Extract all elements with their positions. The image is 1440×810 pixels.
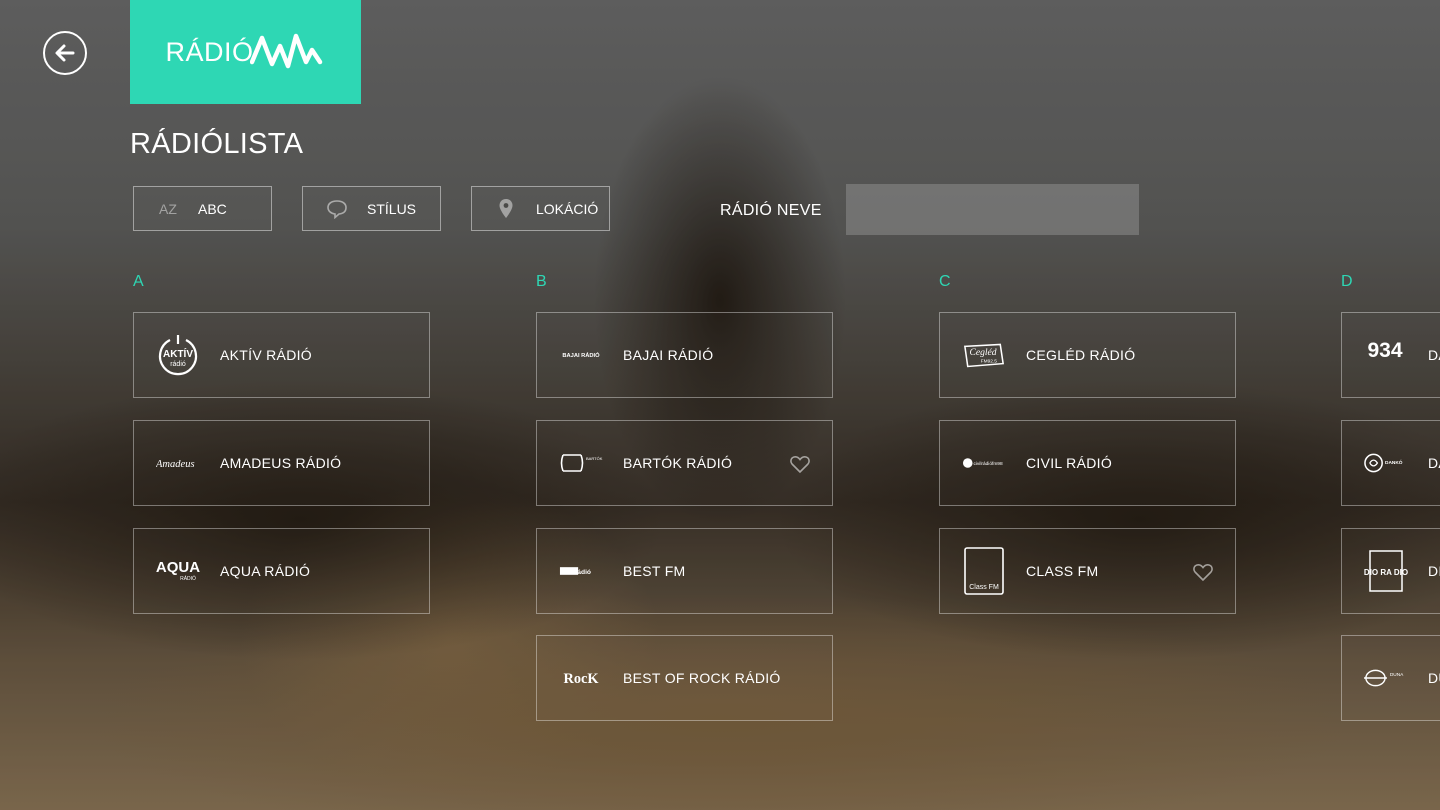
station-card-bartok[interactable]: BARTÓK BARTÓK RÁDIÓ <box>536 420 833 506</box>
section-letter-b: B <box>536 273 547 290</box>
back-button[interactable] <box>43 31 87 75</box>
amadeus-radio-logo: Amadeus <box>156 441 200 485</box>
filter-label: STÍLUS <box>367 200 417 217</box>
section-letter-c: C <box>939 273 951 290</box>
aqua-radio-logo: AQUA RÁDIÓ <box>156 549 200 593</box>
arrow-left-icon <box>55 44 75 62</box>
station-name: DU <box>1428 670 1440 686</box>
svg-text:DIO RA DIO: DIO RA DIO <box>1364 568 1408 577</box>
dioradio-logo: DIO RA DIO <box>1364 549 1408 593</box>
station-card-cegled[interactable]: Cegléd FM92.5 CEGLÉD RÁDIÓ <box>939 312 1236 398</box>
svg-text:bestrádió: bestrádió <box>561 569 591 576</box>
station-card-d-1[interactable]: 934 DA <box>1341 312 1440 398</box>
station-934-logo: 934 <box>1364 333 1408 377</box>
section-letter-d: D <box>1341 273 1353 290</box>
svg-text:DUNA: DUNA <box>1390 672 1404 678</box>
svg-text:civilrádiófm98: civilrádiófm98 <box>973 461 1002 467</box>
svg-text:934: 934 <box>1367 339 1402 362</box>
station-card-class-fm[interactable]: Class FM CLASS FM <box>939 528 1236 614</box>
location-pin-icon <box>494 198 518 220</box>
station-card-aqua[interactable]: AQUA RÁDIÓ AQUA RÁDIÓ <box>133 528 430 614</box>
bartok-radio-logo: BARTÓK <box>559 441 603 485</box>
favorite-heart-icon[interactable] <box>1191 560 1215 584</box>
station-card-bajai[interactable]: BAJAI RÁDIÓ BAJAI RÁDIÓ <box>536 312 833 398</box>
station-card-aktiv[interactable]: AKTÍV rádió AKTÍV RÁDIÓ <box>133 312 430 398</box>
station-name: CLASS FM <box>1026 563 1099 579</box>
station-name: BAJAI RÁDIÓ <box>623 347 714 363</box>
svg-text:Amadeus: Amadeus <box>156 459 195 470</box>
best-fm-logo: bestrádió <box>559 549 603 593</box>
station-name: BEST FM <box>623 563 686 579</box>
station-card-civil[interactable]: civilrádiófm98 CIVIL RÁDIÓ <box>939 420 1236 506</box>
station-name: DI <box>1428 563 1440 579</box>
svg-text:BAJAI RÁDIÓ: BAJAI RÁDIÓ <box>562 351 600 359</box>
app-logo: RÁDIÓ <box>130 0 361 104</box>
speech-bubble-icon <box>325 199 349 219</box>
az-icon: AZ <box>159 200 177 217</box>
station-name: AKTÍV RÁDIÓ <box>220 347 312 363</box>
civil-radio-logo: civilrádiófm98 <box>962 441 1006 485</box>
station-name: BEST OF ROCK RÁDIÓ <box>623 670 781 686</box>
favorite-heart-icon[interactable] <box>788 452 812 476</box>
svg-text:RocK: RocK <box>563 671 599 687</box>
section-letter-a: A <box>133 273 144 290</box>
filter-label: ABC <box>198 200 227 217</box>
aktiv-radio-logo: AKTÍV rádió <box>156 333 200 377</box>
page-title: RÁDIÓLISTA <box>130 128 304 160</box>
duna-radio-logo: DUNA <box>1364 656 1408 700</box>
station-card-d-2[interactable]: DANKÓ DA <box>1341 420 1440 506</box>
logo-text: RÁDIÓ <box>165 36 254 67</box>
svg-text:RÁDIÓ: RÁDIÓ <box>180 575 196 582</box>
svg-text:Cegléd: Cegléd <box>970 347 997 358</box>
svg-text:DANKÓ: DANKÓ <box>1385 458 1403 466</box>
station-card-best-fm[interactable]: bestrádió BEST FM <box>536 528 833 614</box>
bajai-radio-logo: BAJAI RÁDIÓ <box>559 333 603 377</box>
station-name: CIVIL RÁDIÓ <box>1026 455 1113 471</box>
station-card-best-of-rock[interactable]: RocK BEST OF ROCK RÁDIÓ <box>536 635 833 721</box>
station-card-d-4[interactable]: DUNA DU <box>1341 635 1440 721</box>
search-label: RÁDIÓ NEVE <box>720 202 822 219</box>
svg-text:FM92.5: FM92.5 <box>981 359 998 365</box>
svg-text:AQUA: AQUA <box>156 559 200 576</box>
station-name-search-input[interactable] <box>846 184 1139 235</box>
svg-text:rádió: rádió <box>170 361 186 368</box>
station-name: AQUA RÁDIÓ <box>220 563 311 579</box>
filter-label: LOKÁCIÓ <box>536 200 599 217</box>
cegled-radio-logo: Cegléd FM92.5 <box>962 333 1006 377</box>
station-card-amadeus[interactable]: Amadeus AMADEUS RÁDIÓ <box>133 420 430 506</box>
station-name: BARTÓK RÁDIÓ <box>623 455 733 471</box>
station-name: AMADEUS RÁDIÓ <box>220 455 342 471</box>
station-name: DA <box>1428 455 1440 471</box>
best-of-rock-logo: RocK <box>559 656 603 700</box>
filter-location-button[interactable]: LOKÁCIÓ <box>471 186 610 231</box>
filter-abc-button[interactable]: AZ ABC <box>133 186 272 231</box>
svg-text:Class FM: Class FM <box>969 584 999 591</box>
danko-radio-logo: DANKÓ <box>1364 441 1408 485</box>
station-card-d-3[interactable]: DIO RA DIO DI <box>1341 528 1440 614</box>
class-fm-logo: Class FM <box>962 547 1006 595</box>
station-name: DA <box>1428 347 1440 363</box>
svg-text:AKTÍV: AKTÍV <box>163 347 193 360</box>
svg-text:BARTÓK: BARTÓK <box>586 456 603 461</box>
station-name: CEGLÉD RÁDIÓ <box>1026 347 1136 363</box>
waveform-icon <box>249 33 322 69</box>
filter-style-button[interactable]: STÍLUS <box>302 186 441 231</box>
